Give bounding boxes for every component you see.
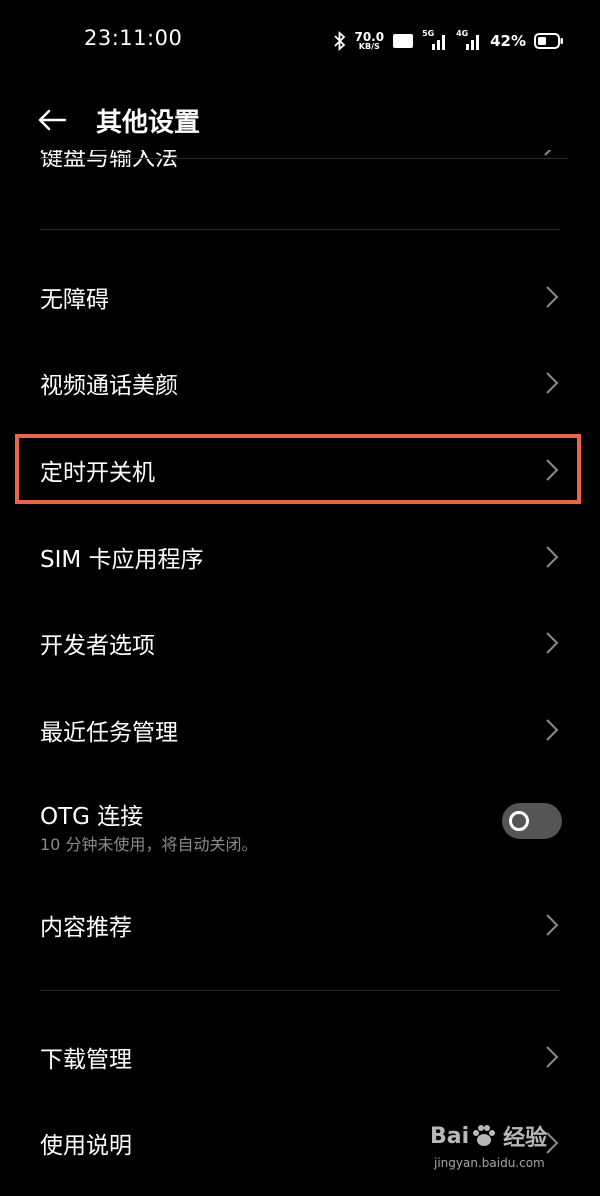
page-title: 其他设置 (96, 108, 201, 138)
list-item-label: SIM 卡应用程序 (40, 547, 204, 573)
list-item-developer-options[interactable]: 开发者选项 (40, 613, 562, 673)
section-divider (40, 229, 560, 230)
list-item-otg: OTG 连接 10 分钟未使用，将自动关闭。 (40, 785, 562, 869)
list-item-subtitle: 10 分钟未使用，将自动关闭。 (40, 835, 258, 854)
chevron-right-icon (546, 286, 559, 308)
chevron-right-icon (546, 914, 559, 936)
status-time: 23:11:00 (84, 26, 183, 50)
chevron-right-icon (546, 1046, 559, 1068)
battery-percent: 42% (490, 32, 526, 50)
back-button[interactable] (30, 102, 74, 138)
highlight-box (15, 434, 581, 504)
list-item-download-manager[interactable]: 下载管理 (40, 1027, 562, 1087)
status-icons: 70.0 KB/S 5G 4G 42% (334, 27, 564, 55)
watermark-brand: Bai (430, 1123, 470, 1149)
list-item-label: OTG 连接 (40, 804, 144, 830)
baidu-watermark: Bai 经验 jingyan.baidu.com (430, 1120, 570, 1171)
list-item-content-recommend[interactable]: 内容推荐 (40, 895, 562, 955)
list-item-accessibility[interactable]: 无障碍 (40, 267, 562, 327)
chevron-right-icon (544, 150, 552, 156)
chevron-right-icon (546, 719, 559, 741)
list-item-label: 内容推荐 (40, 915, 132, 941)
network-speed: 70.0 KB/S (354, 30, 385, 51)
chevron-right-icon (546, 632, 559, 654)
list-item-label: 最近任务管理 (40, 720, 178, 746)
signal-5g-icon: 5G (422, 29, 448, 51)
chevron-right-icon (546, 372, 559, 394)
bluetooth-icon (334, 31, 346, 51)
list-item-sim-apps[interactable]: SIM 卡应用程序 (40, 527, 562, 587)
list-item-label: 开发者选项 (40, 633, 155, 659)
chevron-right-icon (546, 546, 559, 568)
list-item-recent-tasks[interactable]: 最近任务管理 (40, 700, 562, 760)
watermark-url: jingyan.baidu.com (434, 1156, 545, 1170)
toggle-knob (509, 811, 529, 831)
list-item-label: 下载管理 (40, 1047, 132, 1073)
list-item-label: 使用说明 (40, 1133, 132, 1159)
app-header: 其他设置 (0, 80, 600, 160)
battery-icon (534, 33, 563, 49)
status-bar: 23:11:00 70.0 KB/S 5G 4G 42% (0, 0, 600, 80)
otg-toggle[interactable] (502, 803, 562, 839)
section-divider (40, 990, 560, 991)
signal-4g-icon: 4G (456, 29, 482, 51)
header-divider (40, 158, 568, 159)
list-item-label: 键盘与输入法 (40, 150, 178, 171)
list-item-label: 视频通话美颜 (40, 373, 178, 399)
list-item-video-beauty[interactable]: 视频通话美颜 (40, 353, 562, 413)
watermark-label: 经验 (503, 1126, 548, 1151)
paw-logo-icon (473, 1125, 496, 1146)
back-arrow-icon (38, 109, 67, 131)
hd-icon (393, 34, 414, 48)
list-item-label: 无障碍 (40, 287, 109, 313)
list-item-keyboard[interactable]: 键盘与输入法 (40, 150, 560, 180)
